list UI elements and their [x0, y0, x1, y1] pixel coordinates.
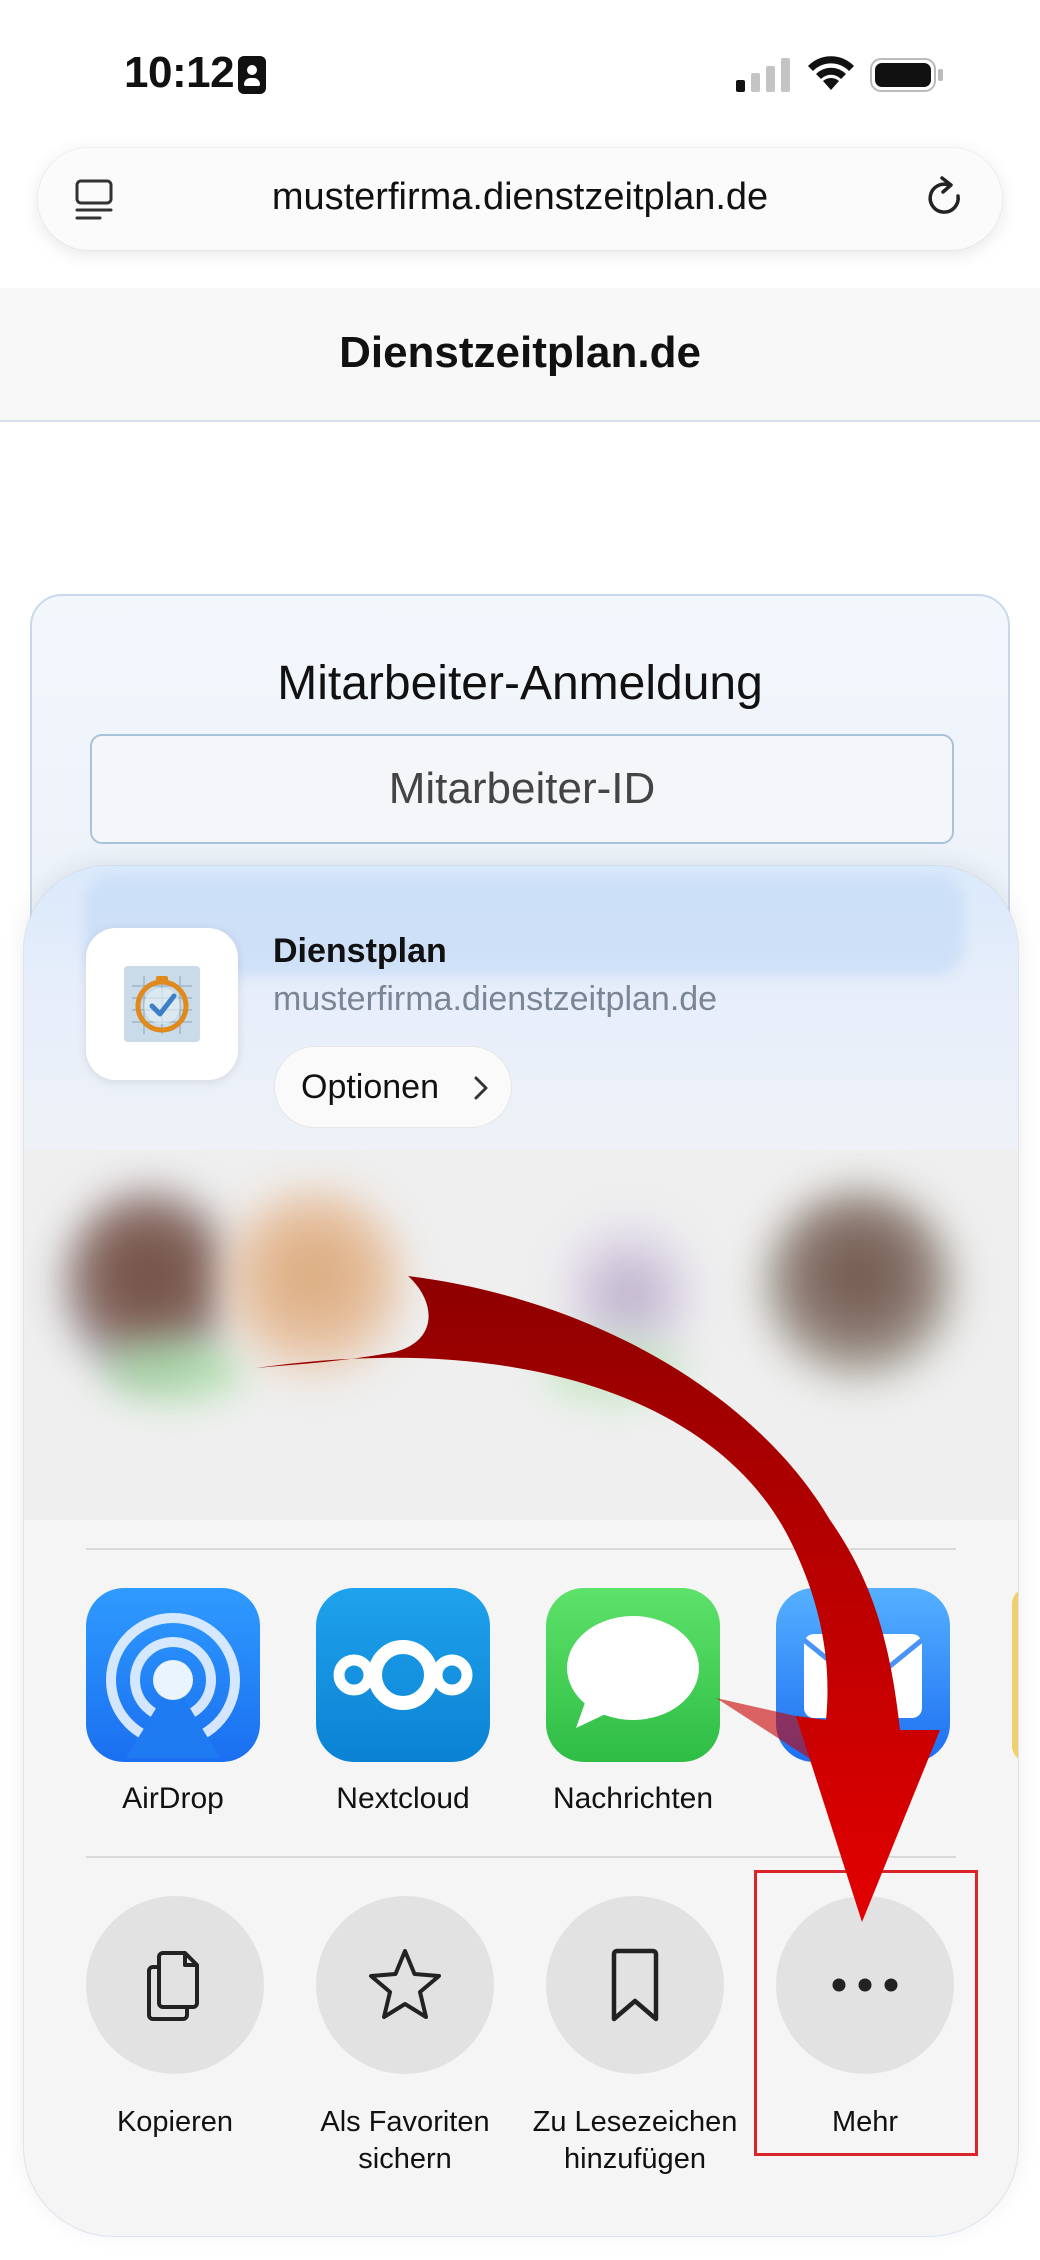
mail-icon[interactable] — [776, 1588, 950, 1762]
battery-icon — [870, 58, 943, 92]
app-label: Nextcloud — [336, 1782, 470, 1815]
highlight-box — [754, 1870, 978, 2156]
divider — [86, 1548, 956, 1550]
contact-avatar[interactable] — [544, 1340, 684, 1400]
add-bookmark-button[interactable] — [546, 1896, 724, 2074]
action-label: Zu Lesezeichen hinzufügen — [532, 2106, 738, 2175]
share-sheet-header: Dienstplan musterfirma.dienstzeitplan.de… — [24, 866, 1018, 1150]
employee-id-input[interactable]: Mitarbeiter-ID — [90, 734, 954, 844]
status-time: 10:12 — [124, 48, 235, 97]
messages-icon[interactable] — [546, 1588, 720, 1762]
contact-avatar[interactable] — [224, 1190, 404, 1380]
wifi-icon — [808, 56, 854, 90]
site-header: Dienstzeitplan.de — [0, 288, 1040, 422]
star-icon — [369, 1949, 441, 2019]
share-app-mail[interactable]: il — [750, 1588, 950, 1815]
options-label: Optionen — [301, 1068, 439, 1106]
reload-icon[interactable] — [922, 174, 968, 224]
address-bar[interactable]: musterfirma.dienstzeitplan.de — [38, 148, 1002, 250]
shared-app-name: Dienstplan — [273, 932, 447, 970]
share-app-messages[interactable]: Nachrichten — [520, 1588, 720, 1815]
shared-app-url: musterfirma.dienstzeitplan.de — [273, 980, 718, 1018]
share-app-nextcloud[interactable]: Nextcloud — [290, 1588, 490, 1815]
share-app-airdrop[interactable]: AirDrop — [60, 1588, 260, 1815]
contact-badge-icon — [238, 56, 266, 94]
add-bookmark-action[interactable]: Zu Lesezeichen hinzufügen — [520, 1896, 746, 2186]
app-label: Nachrichten — [552, 1782, 714, 1815]
clock-calendar-icon — [124, 966, 200, 1042]
add-favorite-action[interactable]: Als Favoriten sichern — [290, 1896, 516, 2186]
copy-icon — [147, 1951, 199, 2021]
next-app-peek[interactable] — [1012, 1588, 1018, 1762]
blurred-contacts-row[interactable] — [24, 1150, 1018, 1520]
action-label: Kopieren — [116, 2106, 234, 2138]
airdrop-icon[interactable] — [86, 1588, 260, 1762]
app-label: AirDrop — [122, 1782, 224, 1815]
copy-action[interactable]: Kopieren — [60, 1896, 286, 2186]
copy-button[interactable] — [86, 1896, 264, 2074]
site-title: Dienstzeitplan.de — [339, 328, 701, 377]
app-label: il — [856, 1782, 870, 1815]
nextcloud-icon[interactable] — [316, 1588, 490, 1762]
contact-avatar[interactable] — [104, 1340, 244, 1400]
divider — [86, 1856, 956, 1858]
contact-avatar[interactable] — [764, 1190, 954, 1380]
cellular-signal-icon — [736, 58, 790, 92]
bookmark-icon — [611, 1948, 659, 2022]
options-button[interactable]: Optionen — [274, 1046, 512, 1128]
login-title: Mitarbeiter-Anmeldung — [277, 657, 763, 710]
add-favorite-button[interactable] — [316, 1896, 494, 2074]
url-text[interactable]: musterfirma.dienstzeitplan.de — [38, 176, 1002, 219]
app-tile — [86, 928, 238, 1080]
chevron-right-icon — [474, 1076, 488, 1100]
status-bar: 10:12 — [0, 0, 1040, 140]
action-label: Als Favoriten sichern — [320, 2106, 490, 2175]
